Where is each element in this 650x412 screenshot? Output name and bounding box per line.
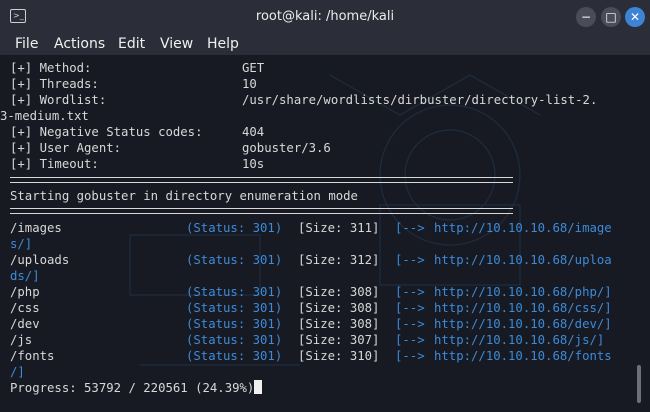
config-line-wordlist-wrap: 3-medium.txt	[0, 109, 89, 123]
result-size: [Size: 310]	[298, 349, 380, 363]
result-status: (Status: 301)	[186, 253, 283, 267]
config-label: [+] Timeout:	[10, 157, 99, 171]
config-line-timeout: [+] Timeout: 10s	[10, 156, 264, 172]
config-label: [+] Negative Status codes:	[10, 125, 203, 139]
result-path: /fonts	[10, 349, 55, 363]
redirect-url[interactable]: http://10.10.10.68/js/]	[434, 332, 604, 348]
config-value: gobuster/3.6	[242, 141, 331, 155]
minimize-icon: −	[580, 10, 592, 24]
menu-view[interactable]: View	[160, 34, 193, 54]
separator	[10, 208, 513, 214]
window-title: root@kali: /home/kali	[255, 9, 395, 24]
result-size: [Size: 311]	[298, 221, 380, 235]
result-status: (Status: 301)	[186, 221, 283, 235]
result-status: (Status: 301)	[186, 285, 283, 299]
redirect-arrow: [-->	[395, 349, 425, 363]
result-path: /images	[10, 221, 62, 235]
redirect-url[interactable]: http://10.10.10.68/php/]	[434, 284, 612, 300]
menu-file[interactable]: File	[15, 34, 38, 54]
result-path: /uploads	[10, 253, 70, 267]
result-status: (Status: 301)	[186, 333, 283, 347]
config-line-user-agent: [+] User Agent: gobuster/3.6	[10, 140, 331, 156]
result-path: /js	[10, 333, 33, 347]
text-cursor	[254, 380, 263, 394]
redirect-url[interactable]: http://10.10.10.68/fonts	[434, 348, 612, 364]
close-button[interactable]: ✕	[625, 7, 645, 27]
title-bar[interactable]: >_ root@kali: /home/kali − □ ✕	[0, 0, 650, 33]
result-status: (Status: 301)	[186, 301, 283, 315]
redirect-url[interactable]: http://10.10.10.68/css/]	[434, 300, 612, 316]
minimize-button[interactable]: −	[576, 7, 596, 27]
result-size: [Size: 308]	[298, 301, 380, 315]
config-line-method: [+] Method: GET	[10, 60, 264, 76]
result-size: [Size: 308]	[298, 285, 380, 299]
maximize-button[interactable]: □	[601, 7, 621, 27]
result-row: /css (Status: 301) [Size: 308] [--> http://1…	[10, 300, 612, 316]
redirect-arrow: [-->	[395, 301, 425, 315]
result-status: (Status: 301)	[186, 317, 283, 331]
redirect-arrow: [-->	[395, 333, 425, 347]
result-wrap: /]	[10, 365, 25, 379]
config-label: [+] Wordlist:	[10, 93, 107, 107]
redirect-url[interactable]: http://10.10.10.68/image	[434, 220, 612, 236]
config-label: [+] User Agent:	[10, 141, 122, 155]
separator	[10, 177, 513, 183]
result-status: (Status: 301)	[186, 349, 283, 363]
config-value: 404	[242, 125, 265, 139]
redirect-arrow: [-->	[395, 317, 425, 331]
menu-actions[interactable]: Actions	[54, 34, 105, 54]
redirect-url[interactable]: http://10.10.10.68/dev/]	[434, 316, 612, 332]
result-row: /images (Status: 301) [Size: 311] [--> http:…	[10, 220, 612, 236]
menu-help[interactable]: Help	[207, 34, 239, 54]
result-path: /css	[10, 301, 40, 315]
result-row: /uploads (Status: 301) [Size: 312] [--> http…	[10, 252, 612, 268]
config-label: [+] Method:	[10, 61, 92, 75]
result-row: /php (Status: 301) [Size: 308] [--> http://1…	[10, 284, 612, 300]
config-value: 10	[242, 77, 257, 91]
scrollbar-thumb[interactable]	[637, 365, 641, 403]
config-line-wordlist: [+] Wordlist: /usr/share/wordlists/dirbus…	[10, 92, 597, 108]
redirect-arrow: [-->	[395, 221, 425, 235]
config-value: 10s	[242, 157, 265, 171]
result-size: [Size: 308]	[298, 317, 380, 331]
redirect-arrow: [-->	[395, 285, 425, 299]
config-label: [+] Threads:	[10, 77, 99, 91]
maximize-icon: □	[605, 10, 617, 24]
progress-text: Progress: 53792 / 220561 (24.39%)	[10, 381, 255, 395]
result-size: [Size: 307]	[298, 333, 380, 347]
config-line-negative-status: [+] Negative Status codes: 404	[10, 124, 264, 140]
result-path: /php	[10, 285, 40, 299]
menu-bar: File Actions Edit View Help	[0, 33, 650, 55]
result-row: /fonts (Status: 301) [Size: 310] [--> http:/…	[10, 348, 612, 364]
config-value: /usr/share/wordlists/dirbuster/directory…	[242, 93, 598, 107]
redirect-arrow: [-->	[395, 253, 425, 267]
config-line-threads: [+] Threads: 10	[10, 76, 257, 92]
redirect-url[interactable]: http://10.10.10.68/uploa	[434, 252, 612, 268]
menu-edit[interactable]: Edit	[118, 34, 145, 54]
result-row: /js (Status: 301) [Size: 307] [--> http://10…	[10, 332, 604, 348]
banner-text: Starting gobuster in directory enumerati…	[10, 189, 358, 203]
terminal-window: >_ root@kali: /home/kali − □ ✕ File Acti…	[0, 0, 650, 412]
result-size: [Size: 312]	[298, 253, 380, 267]
result-path: /dev	[10, 317, 40, 331]
config-value: GET	[242, 61, 265, 75]
result-row: /dev (Status: 301) [Size: 308] [--> http://1…	[10, 316, 612, 332]
result-wrap: ds/]	[10, 269, 40, 283]
result-wrap: s/]	[10, 237, 33, 251]
close-icon: ✕	[629, 10, 641, 24]
progress-line: Progress: 53792 / 220561 (24.39%)	[10, 380, 263, 396]
